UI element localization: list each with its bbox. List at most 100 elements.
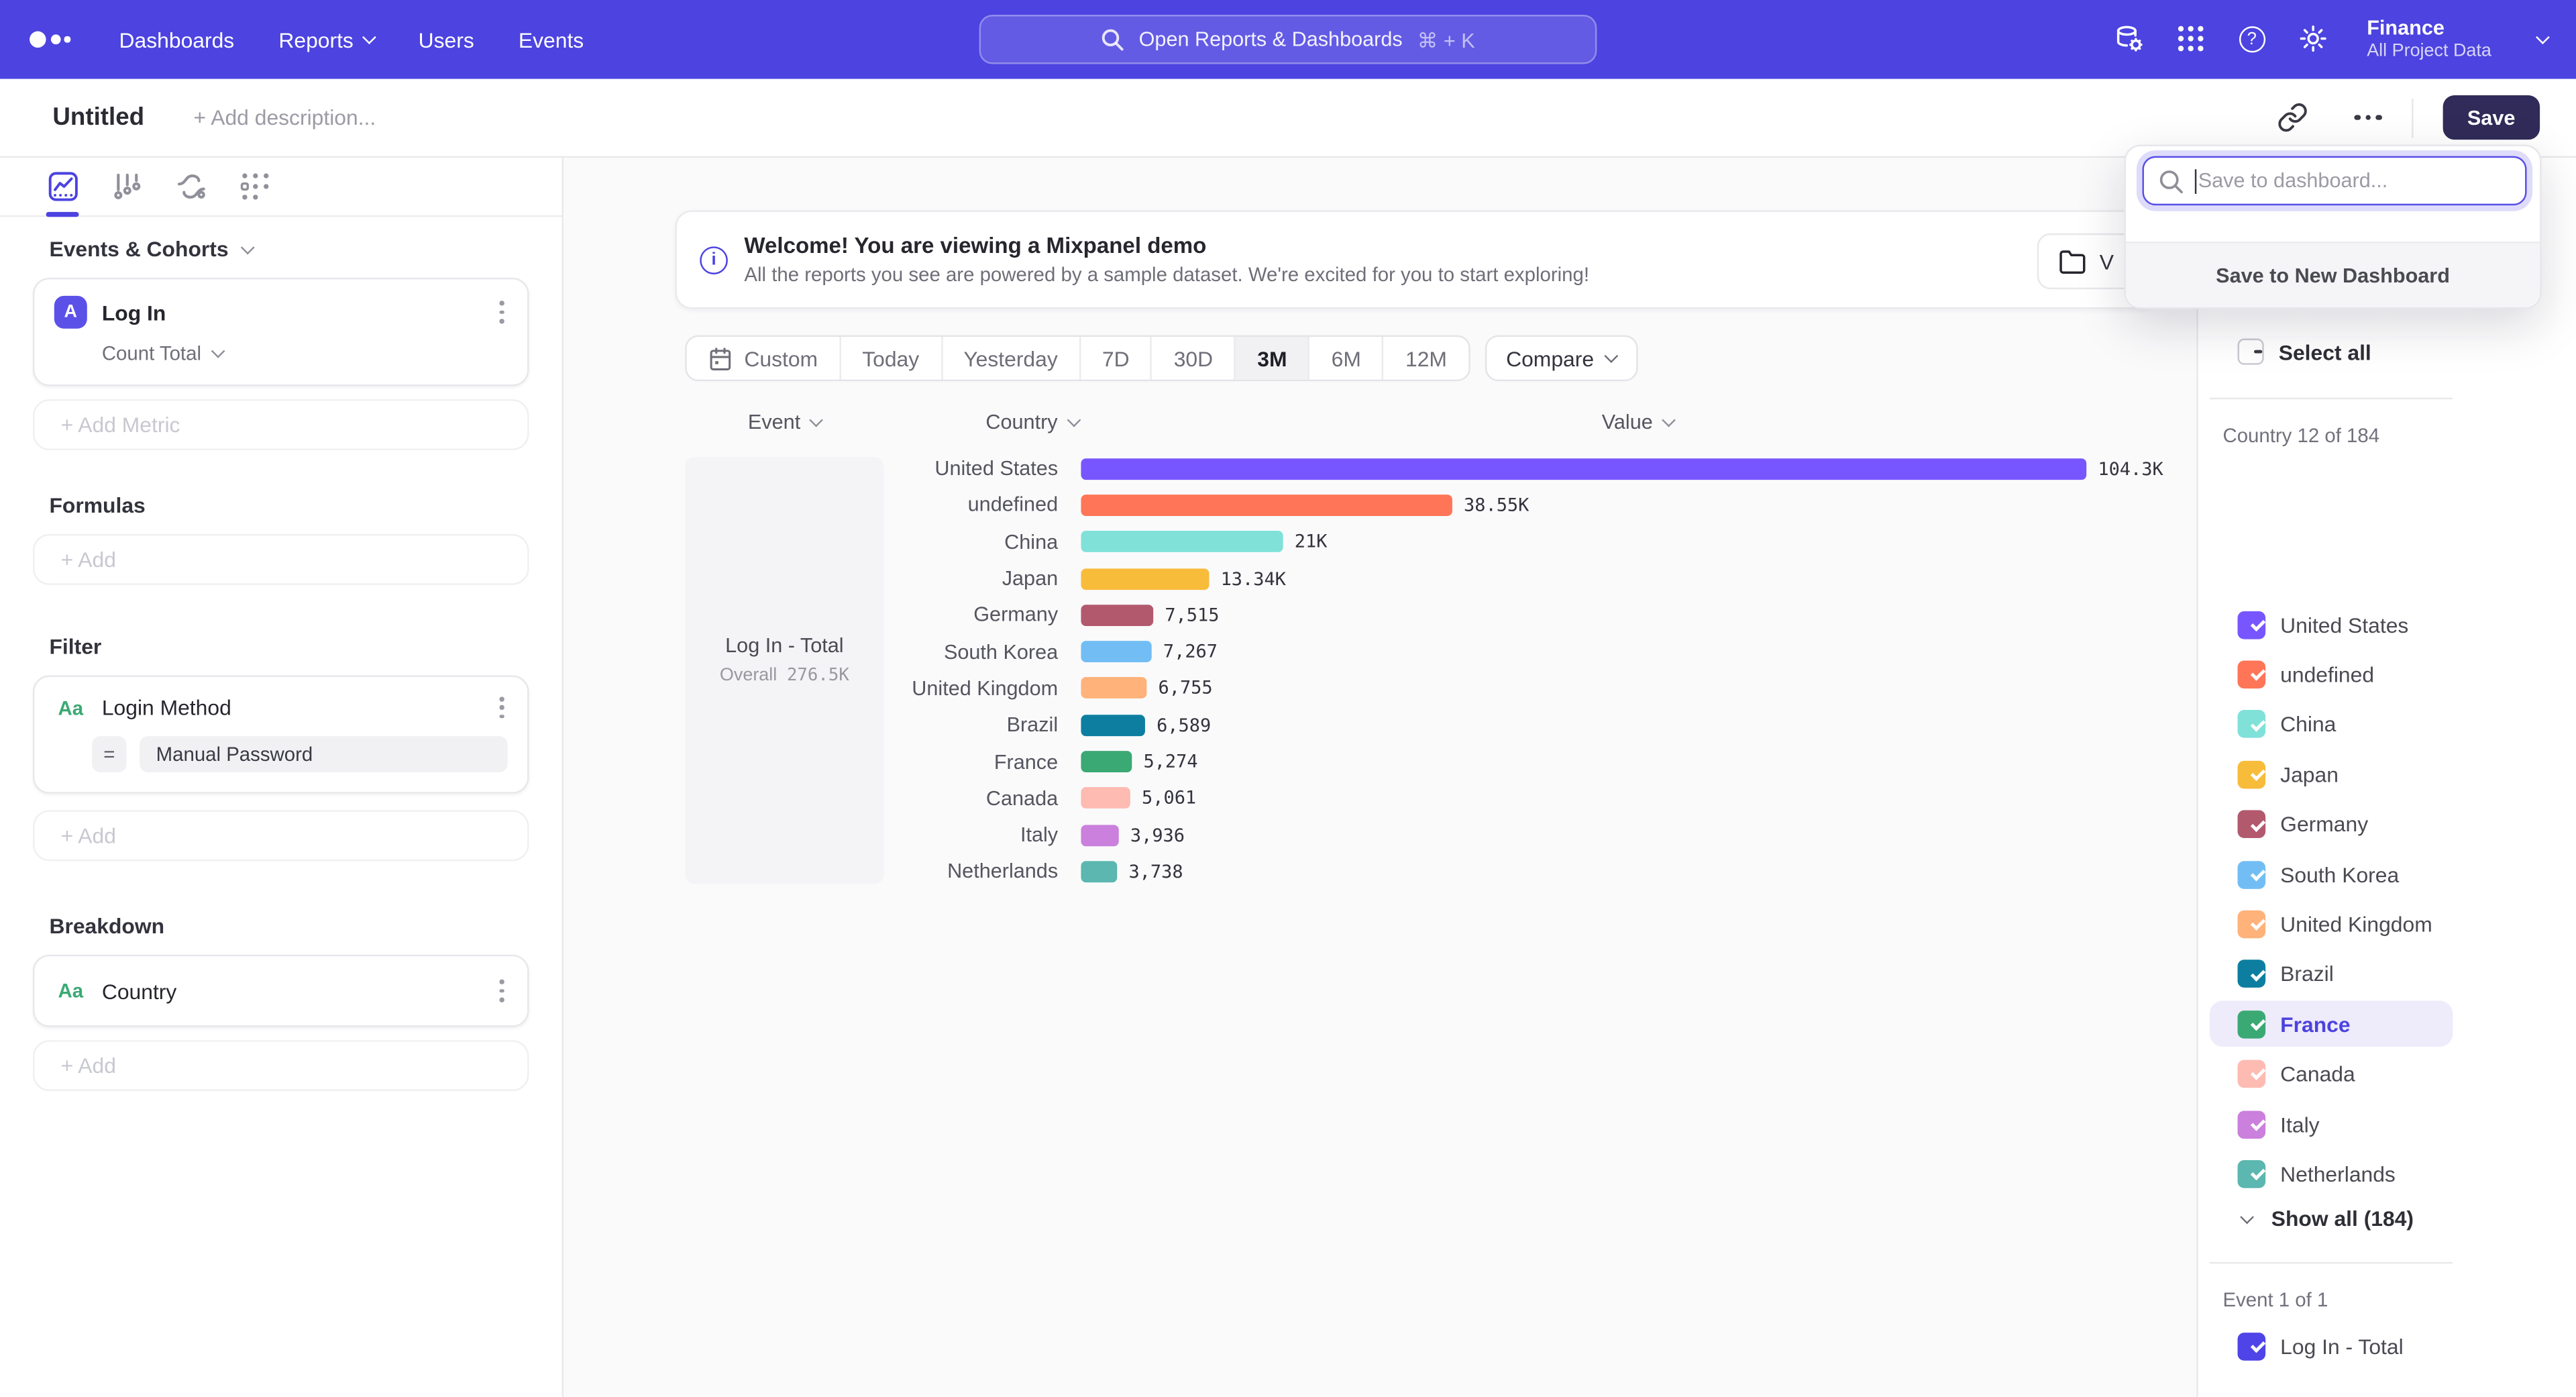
legend-item-germany[interactable]: Germany bbox=[2210, 801, 2453, 847]
more-actions-icon[interactable] bbox=[2355, 115, 2381, 121]
report-title[interactable]: Untitled bbox=[52, 103, 144, 132]
metric-aggregation-selector[interactable]: Count Total bbox=[102, 342, 508, 364]
filter-property-name[interactable]: Login Method bbox=[102, 695, 231, 720]
legend-item-canada[interactable]: Canada bbox=[2210, 1051, 2453, 1098]
filter-card-login-method[interactable]: Aa Login Method = Manual Password bbox=[33, 676, 529, 794]
legend-item-japan[interactable]: Japan bbox=[2210, 752, 2453, 798]
bar-segment[interactable] bbox=[1081, 678, 1146, 699]
column-header-country[interactable]: Country bbox=[985, 411, 1078, 433]
legend-row: China bbox=[2198, 700, 2576, 749]
bar-segment[interactable] bbox=[1081, 824, 1118, 845]
settings-gear-icon[interactable] bbox=[2298, 25, 2327, 54]
filter-value[interactable]: Manual Password bbox=[140, 737, 508, 773]
bar-segment[interactable] bbox=[1081, 715, 1145, 736]
legend-item-france[interactable]: France bbox=[2210, 1001, 2453, 1047]
global-search-button[interactable]: Open Reports & Dashboards ⌘ + K bbox=[979, 15, 1597, 64]
legend-item-undefined[interactable]: undefined bbox=[2210, 652, 2453, 698]
bar-segment[interactable] bbox=[1081, 788, 1130, 809]
date-range-yesterday[interactable]: Yesterday bbox=[941, 337, 1079, 380]
bar-value-label: 3,738 bbox=[1128, 861, 1183, 882]
metric-card-log-in[interactable]: A Log In Count Total bbox=[33, 278, 529, 386]
event-series-panel[interactable]: Log In - Total Overall 276.5K bbox=[685, 457, 883, 884]
breakdown-card-country[interactable]: Aa Country bbox=[33, 955, 529, 1027]
legend-item-netherlands[interactable]: Netherlands bbox=[2210, 1151, 2453, 1197]
bar-segment[interactable] bbox=[1081, 751, 1132, 772]
date-range-12m[interactable]: 12M bbox=[1383, 337, 1468, 380]
checked-checkbox-icon[interactable] bbox=[2238, 761, 2266, 789]
nav-item-events[interactable]: Events bbox=[519, 27, 584, 52]
checked-checkbox-icon[interactable] bbox=[2238, 661, 2266, 689]
nav-item-users[interactable]: Users bbox=[419, 27, 474, 52]
column-header-event[interactable]: Event bbox=[685, 411, 883, 433]
add-description-button[interactable]: + Add description... bbox=[194, 105, 376, 130]
bar-segment[interactable] bbox=[1081, 495, 1452, 516]
compare-button[interactable]: Compare bbox=[1485, 335, 1638, 382]
save-button[interactable]: Save bbox=[2443, 95, 2540, 140]
apps-grid-icon[interactable] bbox=[2176, 25, 2206, 54]
chevron-down-icon[interactable] bbox=[2536, 31, 2548, 44]
legend-item-brazil[interactable]: Brazil bbox=[2210, 951, 2453, 998]
bar-segment[interactable] bbox=[1081, 531, 1283, 553]
legend-item-united-kingdom[interactable]: United Kingdom bbox=[2210, 901, 2453, 947]
date-range-6m[interactable]: 6M bbox=[1308, 337, 1382, 380]
toolbar-divider bbox=[2412, 98, 2413, 138]
data-management-icon[interactable] bbox=[2114, 25, 2143, 54]
date-range-custom[interactable]: Custom bbox=[687, 337, 839, 380]
legend-item-log-in---total[interactable]: Log In - Total bbox=[2210, 1323, 2453, 1369]
mixpanel-logo-icon[interactable] bbox=[30, 32, 70, 48]
add-filter-button[interactable]: + Add bbox=[33, 811, 529, 862]
tab-retention[interactable] bbox=[174, 170, 207, 203]
checked-checkbox-icon[interactable] bbox=[2238, 911, 2266, 939]
date-range-3m[interactable]: 3M bbox=[1234, 337, 1308, 380]
bar-segment[interactable] bbox=[1081, 568, 1209, 589]
tab-flows[interactable] bbox=[238, 170, 271, 203]
add-formula-button[interactable]: + Add bbox=[33, 534, 529, 585]
checked-checkbox-icon[interactable] bbox=[2238, 1110, 2266, 1139]
project-selector[interactable]: Finance All Project Data bbox=[2367, 17, 2491, 62]
chevron-down-icon bbox=[810, 413, 823, 426]
checked-checkbox-icon[interactable] bbox=[2238, 960, 2266, 988]
bar-segment[interactable] bbox=[1081, 861, 1117, 882]
breakdown-kebab-icon[interactable] bbox=[496, 977, 508, 1006]
tab-funnels[interactable] bbox=[110, 170, 143, 203]
tab-insights[interactable] bbox=[46, 170, 79, 203]
checked-checkbox-icon[interactable] bbox=[2238, 711, 2266, 739]
date-range-today[interactable]: Today bbox=[839, 337, 941, 380]
nav-item-reports[interactable]: Reports bbox=[278, 27, 374, 52]
metric-event-name[interactable]: Log In bbox=[102, 300, 166, 325]
breakdown-property-name[interactable]: Country bbox=[102, 979, 177, 1004]
checked-checkbox-icon[interactable] bbox=[2238, 811, 2266, 839]
legend-item-china[interactable]: China bbox=[2210, 702, 2453, 748]
select-all-checkbox[interactable]: Select all bbox=[2222, 338, 2371, 364]
date-range-30d[interactable]: 30D bbox=[1150, 337, 1234, 380]
checked-checkbox-icon[interactable] bbox=[2238, 860, 2266, 888]
nav-item-dashboards[interactable]: Dashboards bbox=[119, 27, 235, 52]
checked-checkbox-icon[interactable] bbox=[2238, 611, 2266, 639]
show-all-button[interactable]: Show all (184) bbox=[2222, 1206, 2414, 1231]
bar-segment[interactable] bbox=[1081, 641, 1151, 662]
country-section-label: Country 12 of 184 bbox=[2222, 424, 2379, 447]
metric-kebab-icon[interactable] bbox=[496, 298, 508, 327]
save-to-new-dashboard-button[interactable]: Save to New Dashboard bbox=[2126, 242, 2540, 307]
checked-checkbox-icon[interactable] bbox=[2238, 1160, 2266, 1188]
save-dashboard-search-input[interactable]: Save to dashboard... bbox=[2142, 156, 2526, 205]
legend-item-south-korea[interactable]: South Korea bbox=[2210, 851, 2453, 898]
filter-operator[interactable]: = bbox=[92, 737, 126, 773]
add-metric-button[interactable]: + Add Metric bbox=[33, 399, 529, 450]
legend-item-italy[interactable]: Italy bbox=[2210, 1101, 2453, 1147]
bar-segment[interactable] bbox=[1081, 458, 2086, 479]
checked-checkbox-icon[interactable] bbox=[2238, 1060, 2266, 1088]
filter-kebab-icon[interactable] bbox=[496, 693, 508, 722]
help-icon[interactable]: ? bbox=[2239, 26, 2265, 52]
calendar-icon bbox=[708, 346, 733, 371]
checked-checkbox-icon[interactable] bbox=[2238, 1011, 2266, 1039]
add-breakdown-button[interactable]: + Add bbox=[33, 1040, 529, 1091]
bar-segment[interactable] bbox=[1081, 605, 1153, 626]
bar-category-label: Brazil bbox=[884, 713, 1081, 736]
date-range-7d[interactable]: 7D bbox=[1079, 337, 1151, 380]
legend-item-united-states[interactable]: United States bbox=[2210, 602, 2453, 648]
checked-checkbox-icon[interactable] bbox=[2238, 1332, 2266, 1360]
events-cohorts-header[interactable]: Events & Cohorts bbox=[49, 237, 529, 262]
copy-link-icon[interactable] bbox=[2276, 101, 2309, 134]
column-header-value[interactable]: Value bbox=[1602, 411, 1674, 433]
